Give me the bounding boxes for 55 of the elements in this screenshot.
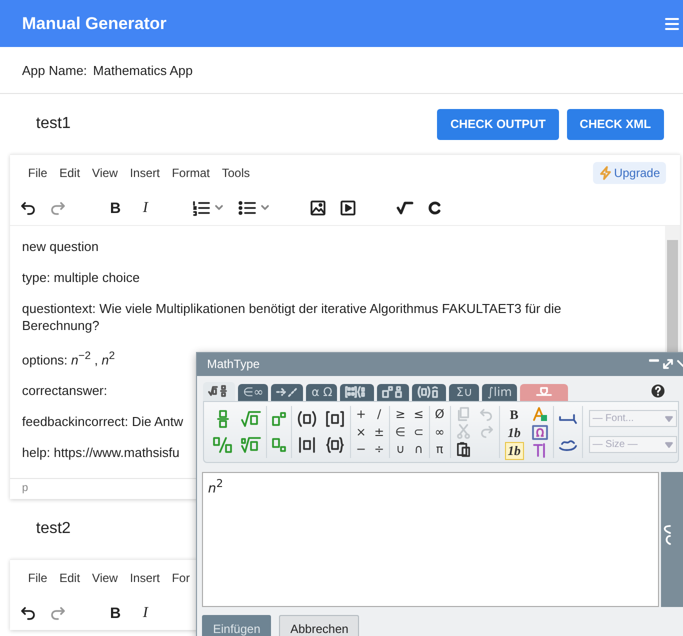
paragraph: type: multiple choice: [22, 269, 140, 286]
style-button[interactable]: B: [506, 406, 522, 424]
menu-item[interactable]: Insert: [124, 166, 166, 180]
check-button[interactable]: CHECK XML: [566, 108, 664, 140]
menu-item[interactable]: Edit: [53, 166, 86, 180]
palette-tab[interactable]: ∈∞: [238, 384, 268, 401]
symbol-button[interactable]: ÷: [374, 442, 384, 456]
formula-input[interactable]: n$^{2}$: [202, 472, 659, 607]
paragraph: correctanswer:: [22, 382, 108, 400]
style-button[interactable]: 1b: [504, 442, 524, 460]
palette-tab[interactable]: α Ω: [306, 384, 338, 401]
italic-button[interactable]: I: [138, 604, 152, 622]
symbol-button[interactable]: ×: [356, 424, 366, 439]
section-title: test2: [36, 520, 71, 538]
symbol-button[interactable]: −: [356, 442, 366, 456]
paragraph: feedbackincorrect: Die Antw: [22, 413, 184, 430]
menu-item[interactable]: Tools: [216, 166, 256, 180]
menu-item[interactable]: View: [86, 571, 124, 585]
app-title: Manual Generator: [22, 14, 167, 34]
palette-tab[interactable]: ∫lim: [482, 384, 517, 401]
menu-item[interactable]: Format: [166, 166, 216, 180]
symbol-button[interactable]: Ø: [434, 407, 444, 422]
symbol-button[interactable]: ⊂: [414, 424, 424, 439]
symbol-button[interactable]: ∩: [414, 442, 423, 456]
paragraph: new question: [22, 238, 99, 255]
symbol-button[interactable]: ±: [374, 424, 384, 439]
palette-tab[interactable]: Σ∪: [449, 384, 480, 401]
symbol-button[interactable]: ≤: [414, 407, 424, 422]
field-label: App Name:: [22, 62, 88, 78]
menu-item[interactable]: View: [86, 166, 124, 180]
style-button[interactable]: 1b: [504, 424, 524, 442]
symbol-button[interactable]: ∞: [434, 424, 445, 439]
menu-item[interactable]: For: [166, 571, 196, 585]
italic-button[interactable]: I: [138, 200, 152, 216]
symbol-button[interactable]: ≥: [395, 407, 406, 422]
field-value: Mathematics App: [93, 62, 193, 78]
paragraph: options: n$^{−2}$ , n$^{2}$: [22, 349, 115, 368]
dialog-title: MathType: [207, 357, 260, 372]
upgrade-button[interactable]: Upgrade: [592, 162, 666, 184]
menu-item[interactable]: File: [22, 166, 54, 180]
paragraph: help: https://www.mathsisfu: [22, 444, 180, 462]
symbol-button[interactable]: +: [356, 407, 366, 422]
symbol-button[interactable]: /: [377, 407, 382, 422]
cancel-button[interactable]: Abbrechen: [279, 615, 360, 636]
symbol-button[interactable]: π: [436, 442, 444, 456]
symbol-button[interactable]: ∪: [396, 442, 405, 456]
menu-item[interactable]: Edit: [53, 571, 86, 585]
symbol-button[interactable]: ∈: [395, 424, 406, 439]
bold-button[interactable]: B: [106, 604, 125, 622]
paragraph: questiontext: Wie viele Multiplikationen benötigt der iterative Algorithmus FAKULTAET3 für die Berechnung?: [22, 300, 562, 334]
menu-item[interactable]: Insert: [124, 571, 166, 585]
menu-item[interactable]: File: [22, 571, 54, 585]
section-title: test1: [36, 115, 71, 133]
bold-button[interactable]: B: [106, 200, 125, 216]
check-button[interactable]: CHECK OUTPUT: [437, 108, 559, 140]
